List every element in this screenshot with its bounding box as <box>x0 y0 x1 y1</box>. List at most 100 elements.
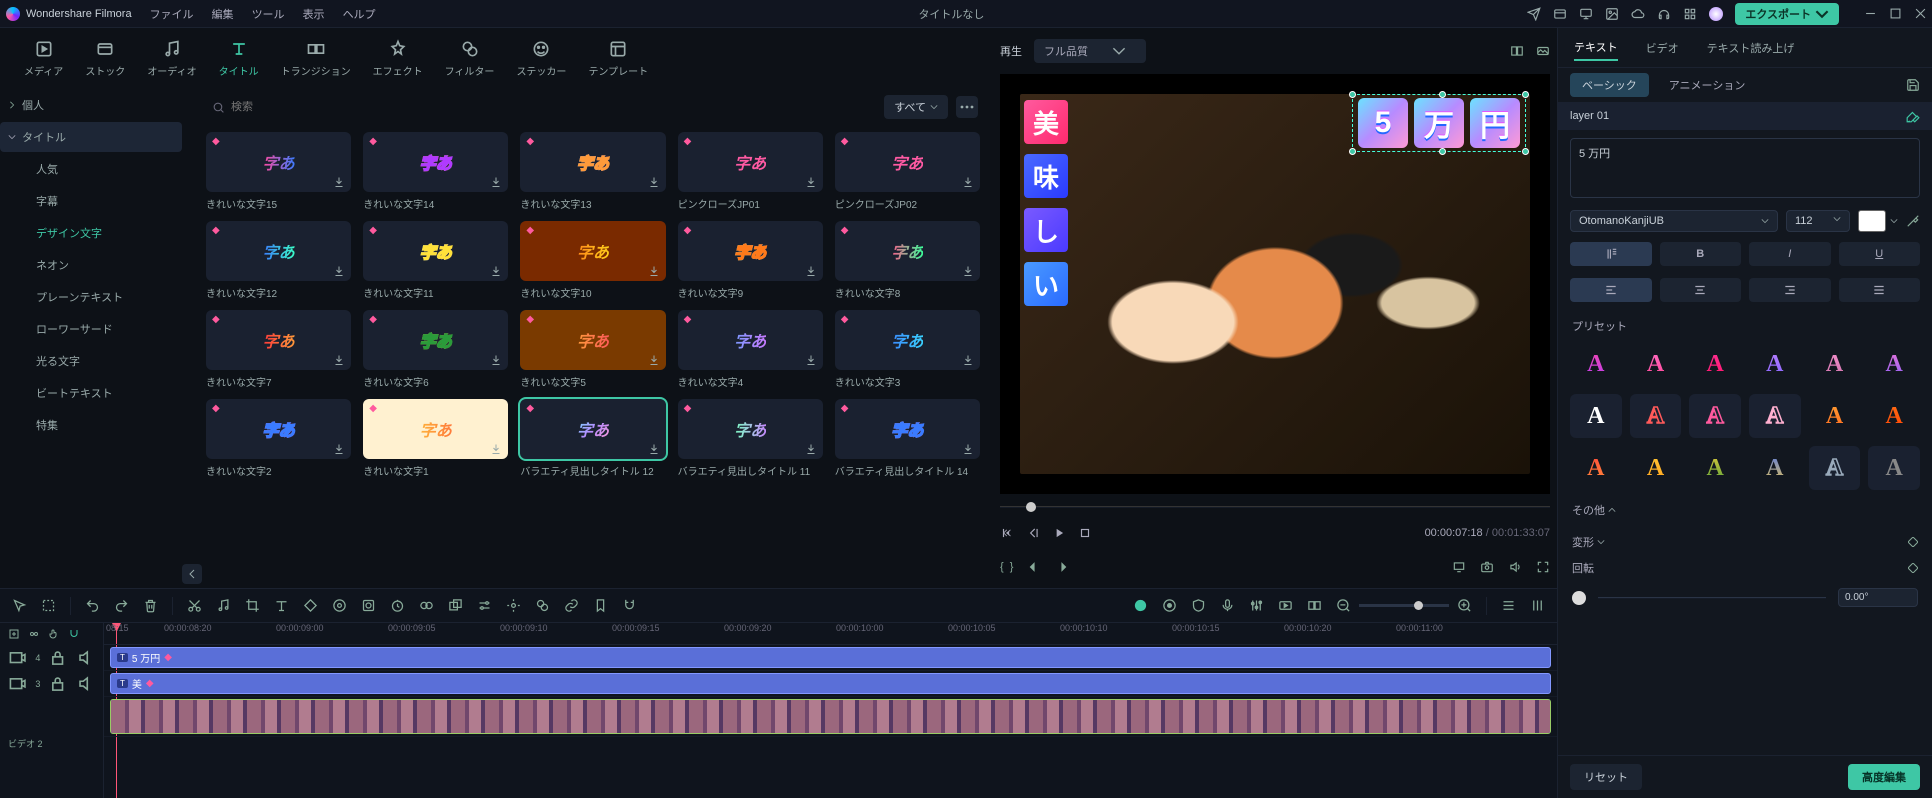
preset-swatch[interactable]: A <box>1809 342 1861 386</box>
preset-swatch[interactable]: A <box>1868 342 1920 386</box>
tab-sticker[interactable]: ステッカー <box>516 39 566 78</box>
inspector-subtab-basic[interactable]: ベーシック <box>1570 73 1649 97</box>
fullscreen-icon[interactable] <box>1536 560 1550 574</box>
track-link-icon[interactable] <box>28 628 40 640</box>
track-add-icon[interactable] <box>8 628 20 640</box>
download-icon[interactable] <box>962 265 974 277</box>
marker-icon[interactable] <box>593 598 608 613</box>
tab-effect[interactable]: エフェクト <box>373 39 423 78</box>
headphones-icon[interactable] <box>1657 7 1671 21</box>
prev-frame-icon[interactable] <box>1000 526 1014 540</box>
sidebar-item-4[interactable]: プレーンテキスト <box>8 282 182 312</box>
effects-icon[interactable] <box>419 598 434 613</box>
download-icon[interactable] <box>490 265 502 277</box>
advanced-edit-button[interactable]: 高度編集 <box>1848 764 1920 790</box>
gallery-thumb[interactable]: ◆字あきれいな文字4 <box>678 310 823 389</box>
marker-prev-icon[interactable] <box>1027 560 1041 574</box>
menu-edit[interactable]: 編集 <box>212 6 234 22</box>
preset-swatch[interactable]: A <box>1749 446 1801 490</box>
text-underline-button[interactable]: U <box>1839 242 1921 266</box>
track-text-3[interactable]: T 美 ◆ <box>104 671 1557 697</box>
download-icon[interactable] <box>805 354 817 366</box>
save-preset-icon[interactable] <box>1906 78 1920 92</box>
gallery-thumb[interactable]: ◆字あきれいな文字9 <box>678 221 823 300</box>
zoom-in-icon[interactable] <box>1457 598 1472 613</box>
cloud-icon[interactable] <box>1631 7 1645 21</box>
side-title-char[interactable]: し <box>1024 208 1068 252</box>
gallery-thumb[interactable]: ◆字あきれいな文字13 <box>520 132 665 211</box>
chroma-icon[interactable] <box>535 598 550 613</box>
tab-filter[interactable]: フィルター <box>445 39 495 78</box>
timeline-zoom[interactable] <box>1336 598 1472 613</box>
image-icon[interactable] <box>1605 7 1619 21</box>
apps-icon[interactable] <box>1683 7 1697 21</box>
mute-icon[interactable] <box>76 674 95 693</box>
gallery-thumb[interactable]: ◆字あきれいな文字10 <box>520 221 665 300</box>
preview-seek-slider[interactable] <box>1000 502 1550 512</box>
search-box[interactable] <box>212 101 876 114</box>
preset-swatch[interactable]: A <box>1630 394 1682 438</box>
crop-icon[interactable] <box>245 598 260 613</box>
tab-audio[interactable]: オーディオ <box>147 39 196 78</box>
volume-icon[interactable] <box>1508 560 1522 574</box>
link-icon[interactable] <box>564 598 579 613</box>
magnet-icon[interactable] <box>622 598 637 613</box>
text-content-input[interactable]: 5 万円 <box>1570 138 1920 198</box>
side-title-char[interactable]: 美 <box>1024 100 1068 144</box>
download-icon[interactable] <box>333 354 345 366</box>
send-icon[interactable] <box>1527 7 1541 21</box>
track-text-4[interactable]: T 5 万円 ◆ <box>104 645 1557 671</box>
mic-icon[interactable] <box>1220 598 1235 613</box>
track-header-video[interactable] <box>0 697 103 737</box>
sidebar-item-7[interactable]: ビートテキスト <box>8 378 182 408</box>
download-icon[interactable] <box>490 354 502 366</box>
adjust-icon[interactable] <box>477 598 492 613</box>
pen-icon[interactable] <box>1906 109 1920 123</box>
gallery-more-button[interactable] <box>956 96 978 118</box>
clip-video-food[interactable] <box>110 699 1551 734</box>
sidebar-collapse-button[interactable] <box>182 564 202 584</box>
download-icon[interactable] <box>648 265 660 277</box>
font-color-picker[interactable] <box>1858 210 1898 232</box>
section-transform[interactable]: 変形 <box>1558 526 1932 558</box>
lock-icon[interactable] <box>48 674 67 693</box>
user-avatar-icon[interactable] <box>1709 7 1723 21</box>
play-icon[interactable] <box>1052 526 1066 540</box>
download-icon[interactable] <box>490 176 502 188</box>
lock-icon[interactable] <box>48 648 67 667</box>
stop-icon[interactable] <box>1078 526 1092 540</box>
section-other[interactable]: その他 <box>1558 494 1932 526</box>
gallery-thumb[interactable]: ◆字あきれいな文字15 <box>206 132 351 211</box>
mixer-icon[interactable] <box>1249 598 1264 613</box>
track-hand-icon[interactable] <box>48 628 60 640</box>
inspector-subtab-animation[interactable]: アニメーション <box>1657 73 1758 97</box>
gallery-thumb[interactable]: ◆字あきれいな文字7 <box>206 310 351 389</box>
tab-transition[interactable]: トランジション <box>281 39 351 78</box>
search-input[interactable] <box>231 101 876 113</box>
panel-icon[interactable] <box>1553 7 1567 21</box>
tab-stock[interactable]: ストック <box>85 39 125 78</box>
color-tool-icon[interactable] <box>332 598 347 613</box>
preview-quality-select[interactable]: フル品質 <box>1034 39 1146 63</box>
zoom-out-icon[interactable] <box>1336 598 1351 613</box>
font-family-select[interactable]: OtomanoKanjiUB <box>1570 210 1778 232</box>
layer-row[interactable]: layer 01 <box>1558 102 1932 130</box>
track-header-text3[interactable]: 3 <box>0 671 103 697</box>
gallery-thumb[interactable]: ◆字あきれいな文字6 <box>363 310 508 389</box>
download-icon[interactable] <box>805 443 817 455</box>
download-icon[interactable] <box>962 176 974 188</box>
sidebar-item-3[interactable]: ネオン <box>8 250 182 280</box>
reset-button[interactable]: リセット <box>1570 764 1642 790</box>
sidebar-section-title[interactable]: タイトル <box>0 122 182 152</box>
gallery-thumb[interactable]: ◆字あきれいな文字11 <box>363 221 508 300</box>
download-icon[interactable] <box>648 354 660 366</box>
sidebar-item-5[interactable]: ローワーサード <box>8 314 182 344</box>
menu-tools[interactable]: ツール <box>252 6 285 22</box>
track-header-text4[interactable]: 4 <box>0 645 103 671</box>
text-italic-button[interactable]: I <box>1749 242 1831 266</box>
marker-next-icon[interactable] <box>1055 560 1069 574</box>
mask-icon[interactable] <box>361 598 376 613</box>
ai-icon[interactable] <box>1133 598 1148 613</box>
window-minimize-icon[interactable] <box>1865 8 1876 19</box>
inspector-tab-video[interactable]: ビデオ <box>1646 36 1679 60</box>
